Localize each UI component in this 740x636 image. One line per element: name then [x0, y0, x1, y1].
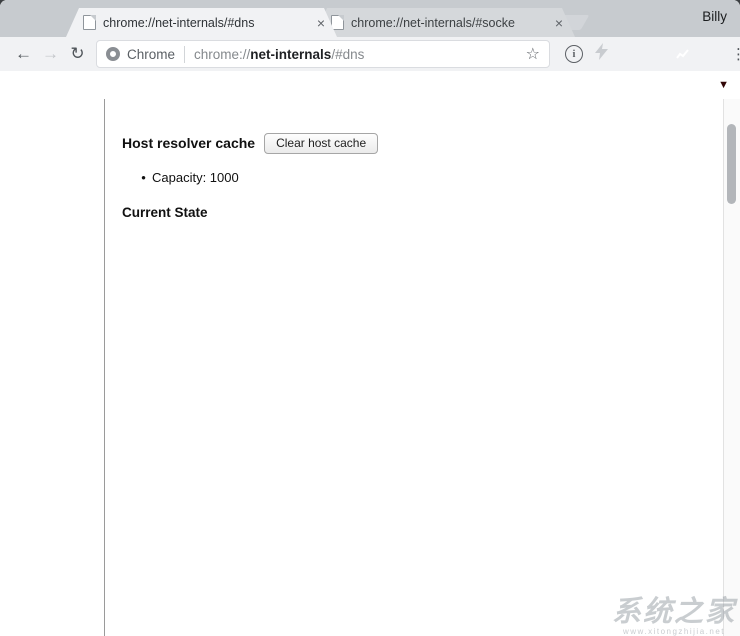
tab-net-internals-dns[interactable]: chrome://net-internals/#dns ×	[66, 8, 337, 37]
page-content: Host resolver cache Clear host cache • C…	[0, 99, 740, 636]
chrome-logo-icon	[106, 47, 120, 61]
page-favicon-icon	[331, 15, 344, 30]
page-favicon-icon	[83, 15, 96, 30]
traffic-lights	[13, 13, 65, 25]
tab-title: chrome://net-internals/#socke	[351, 16, 547, 30]
capacity-item: • Capacity: 1000	[135, 169, 740, 188]
tab-close-icon[interactable]: ×	[555, 15, 563, 31]
close-window-button[interactable]	[13, 13, 25, 25]
bookmark-star-icon[interactable]: ☆	[526, 44, 540, 64]
minimize-window-button[interactable]	[33, 13, 45, 25]
reload-icon[interactable]: ↻	[64, 44, 91, 64]
capture-status-banner: capturing events (51129) ▼	[0, 71, 740, 99]
stats-chart-icon[interactable]	[673, 45, 692, 64]
back-icon[interactable]: ←	[10, 44, 37, 64]
onenote-clipper-icon[interactable]	[617, 45, 636, 64]
omnibox-badge: Chrome	[127, 47, 175, 62]
current-state-heading: Current State	[122, 205, 740, 220]
adblock-plus-icon[interactable]	[645, 45, 664, 64]
url-text: chrome://net-internals/#dns	[194, 47, 364, 62]
mascot-face-icon[interactable]	[701, 45, 720, 64]
capture-status-text: capturing events (51129)	[11, 77, 186, 94]
net-internals-sidebar	[0, 99, 105, 636]
scrollbar-thumb[interactable]	[727, 124, 736, 204]
host-resolver-cache-title: Host resolver cache	[122, 135, 255, 151]
annotation-arrow-icon	[389, 132, 442, 154]
capacity-list: • Capacity: 1000	[135, 169, 740, 188]
capacity-text: Capacity: 1000	[152, 169, 239, 188]
omnibox-divider	[184, 46, 185, 63]
banner-dropdown-icon[interactable]: ▼	[718, 79, 729, 91]
profile-name[interactable]: Billy	[702, 9, 727, 24]
address-bar[interactable]: Chrome chrome://net-internals/#dns ☆	[96, 40, 550, 68]
host-resolver-cache-row: Host resolver cache Clear host cache	[122, 132, 740, 154]
clear-host-cache-button[interactable]: Clear host cache	[264, 133, 378, 154]
zoom-window-button[interactable]	[53, 13, 65, 25]
tab-close-icon[interactable]: ×	[317, 15, 325, 31]
tab-title: chrome://net-internals/#dns	[103, 16, 309, 30]
tab-net-internals-sockets[interactable]: chrome://net-internals/#socke ×	[314, 8, 575, 37]
info-icon[interactable]: i	[565, 45, 583, 63]
bullet-icon: •	[135, 169, 152, 188]
flash-icon[interactable]	[595, 43, 608, 65]
forward-icon[interactable]: →	[37, 44, 64, 64]
scrollbar[interactable]	[723, 99, 740, 636]
browser-toolbar: ← → ↻ Chrome chrome://net-internals/#dns…	[0, 37, 740, 71]
browser-window: chrome://net-internals/#dns × chrome://n…	[0, 0, 740, 636]
browser-menu-icon[interactable]: ⋮	[731, 52, 740, 57]
dns-panel: Host resolver cache Clear host cache • C…	[105, 99, 740, 636]
tab-strip: chrome://net-internals/#dns × chrome://n…	[0, 0, 740, 37]
